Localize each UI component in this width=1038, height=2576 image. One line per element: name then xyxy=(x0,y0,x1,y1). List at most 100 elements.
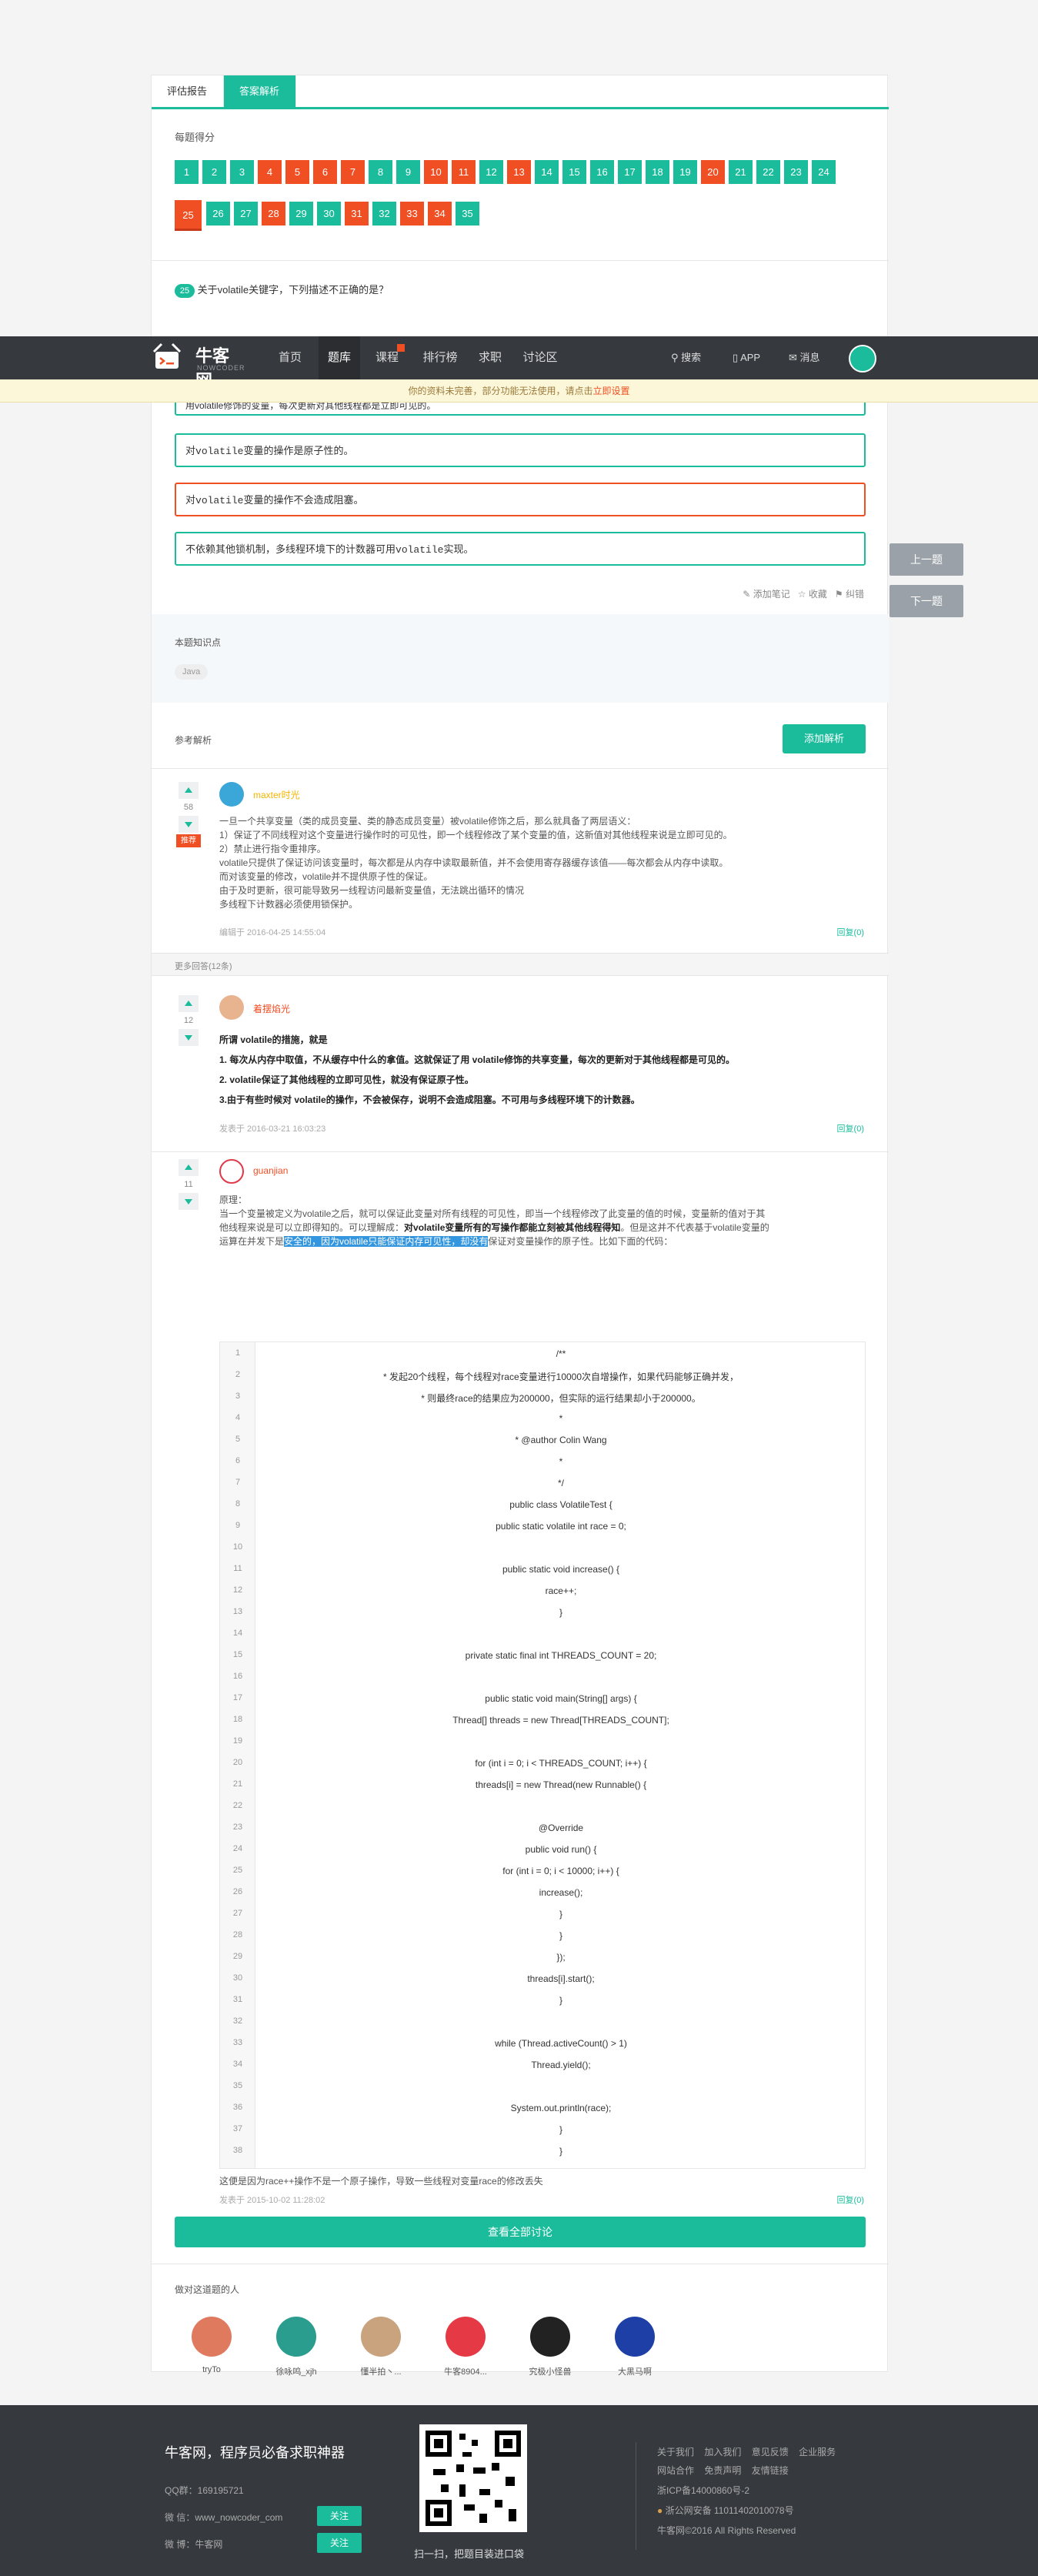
score-cell-18[interactable]: 18 xyxy=(646,160,669,184)
score-cell-29[interactable]: 29 xyxy=(289,202,313,226)
score-cell-11[interactable]: 11 xyxy=(452,160,476,184)
solver-avatar[interactable] xyxy=(446,2317,486,2357)
score-cell-15[interactable]: 15 xyxy=(562,160,586,184)
score-cell-35[interactable]: 35 xyxy=(456,202,479,226)
link-feedback[interactable]: 意见反馈 xyxy=(752,2447,789,2457)
upvote-button[interactable] xyxy=(179,782,199,799)
option-b[interactable]: 对volatile变量的操作是原子性的。 xyxy=(175,433,866,467)
user-avatar[interactable] xyxy=(849,345,876,373)
username[interactable]: guanjian xyxy=(253,1165,288,1176)
solver-name[interactable]: tryTo xyxy=(177,2365,246,2374)
score-cell-6[interactable]: 6 xyxy=(313,160,337,184)
nav-questions[interactable]: 题库 xyxy=(319,336,360,379)
score-cell-9[interactable]: 9 xyxy=(396,160,420,184)
score-cell-27[interactable]: 27 xyxy=(234,202,258,226)
nav-jobs[interactable]: 求职 xyxy=(472,336,508,379)
score-cell-3[interactable]: 3 xyxy=(230,160,254,184)
score-cell-33[interactable]: 33 xyxy=(400,202,424,226)
score-cell-31[interactable]: 31 xyxy=(345,202,369,226)
upvote-button[interactable] xyxy=(179,1159,199,1176)
score-cell-14[interactable]: 14 xyxy=(535,160,559,184)
link-enterprise[interactable]: 企业服务 xyxy=(799,2447,836,2457)
score-cell-19[interactable]: 19 xyxy=(673,160,697,184)
favorite-button[interactable]: ☆ 收藏 xyxy=(798,589,827,600)
notice-link[interactable]: 立即设置 xyxy=(593,386,630,396)
downvote-button[interactable] xyxy=(179,816,199,833)
score-cell-10[interactable]: 10 xyxy=(424,160,448,184)
username[interactable]: 着摆焰光 xyxy=(253,1002,290,1015)
code-line-number: 5 xyxy=(235,1435,241,1444)
score-cell-12[interactable]: 12 xyxy=(479,160,503,184)
score-cell-7[interactable]: 7 xyxy=(341,160,365,184)
score-cell-26[interactable]: 26 xyxy=(206,202,230,226)
score-cell-16[interactable]: 16 xyxy=(590,160,614,184)
score-cell-17[interactable]: 17 xyxy=(618,160,642,184)
search-button[interactable]: ⚲ 搜索 xyxy=(671,336,701,379)
score-cell-8[interactable]: 8 xyxy=(369,160,392,184)
link-friends[interactable]: 友情链接 xyxy=(752,2465,789,2476)
solver-name[interactable]: 大黑马啊 xyxy=(600,2365,669,2377)
add-note-button[interactable]: ✎ 添加笔记 xyxy=(743,589,789,600)
code-line-number: 26 xyxy=(232,1887,243,1896)
upvote-button[interactable] xyxy=(179,995,199,1012)
score-cell-24[interactable]: 24 xyxy=(812,160,836,184)
link-disclaimer[interactable]: 免责声明 xyxy=(704,2465,741,2476)
solver-name[interactable]: 徐咏鸣_xjh xyxy=(262,2365,331,2377)
reply-link[interactable]: 回复(0) xyxy=(837,1122,864,1134)
solver-avatar[interactable] xyxy=(530,2317,570,2357)
messages-button[interactable]: ✉ 消息 xyxy=(789,336,820,379)
tab-analysis[interactable]: 答案解析 xyxy=(224,75,296,107)
app-button[interactable]: ▯ APP xyxy=(733,336,760,379)
score-cell-5[interactable]: 5 xyxy=(285,160,309,184)
report-error-button[interactable]: ⚑ 纠错 xyxy=(835,589,864,600)
score-cell-4[interactable]: 4 xyxy=(258,160,282,184)
solver-avatar[interactable] xyxy=(276,2317,316,2357)
view-all-discussion-button[interactable]: 查看全部讨论 xyxy=(175,2217,866,2247)
reply-link[interactable]: 回复(0) xyxy=(837,2193,864,2206)
avatar[interactable] xyxy=(219,995,244,1020)
nav-course[interactable]: 课程 xyxy=(368,336,406,379)
add-analysis-button[interactable]: 添加解析 xyxy=(783,724,866,753)
avatar[interactable] xyxy=(219,782,244,807)
site-logo[interactable]: 牛客网 NOWCODER xyxy=(151,341,245,390)
solver-name[interactable]: 究极小怪兽 xyxy=(516,2365,585,2377)
downvote-button[interactable] xyxy=(179,1193,199,1210)
tab-report[interactable]: 评估报告 xyxy=(152,75,224,107)
solver-name[interactable]: 牛客8904... xyxy=(431,2365,500,2377)
nav-rank[interactable]: 排行榜 xyxy=(416,336,465,379)
solver-avatar[interactable] xyxy=(615,2317,655,2357)
reply-link[interactable]: 回复(0) xyxy=(837,926,864,938)
knowledge-tag[interactable]: Java xyxy=(175,664,209,680)
score-cell-13[interactable]: 13 xyxy=(507,160,531,184)
follow-wechat-button[interactable]: 关注 xyxy=(317,2506,362,2526)
score-cell-1[interactable]: 1 xyxy=(175,160,199,184)
next-question-button[interactable]: 下一题 xyxy=(889,585,963,617)
score-cell-23[interactable]: 23 xyxy=(784,160,808,184)
option-d[interactable]: 不依赖其他锁机制，多线程环境下的计数器可用volatile实现。 xyxy=(175,532,866,566)
nav-home[interactable]: 首页 xyxy=(269,336,311,379)
prev-question-button[interactable]: 上一题 xyxy=(889,543,963,576)
nav-discuss[interactable]: 讨论区 xyxy=(516,336,565,379)
score-cell-32[interactable]: 32 xyxy=(372,202,396,226)
link-join[interactable]: 加入我们 xyxy=(704,2447,741,2457)
score-cell-2[interactable]: 2 xyxy=(202,160,226,184)
follow-weibo-button[interactable]: 关注 xyxy=(317,2533,362,2553)
option-c[interactable]: 对volatile变量的操作不会造成阻塞。 xyxy=(175,483,866,516)
answer-line: volatile只提供了保证访问该变量时，每次都是从内存中读取最新值，并不会使用… xyxy=(219,857,729,868)
link-cooperation[interactable]: 网站合作 xyxy=(657,2465,694,2476)
downvote-button[interactable] xyxy=(179,1029,199,1046)
solver-avatar[interactable] xyxy=(192,2317,232,2357)
solver-avatar[interactable] xyxy=(361,2317,401,2357)
score-cell-28[interactable]: 28 xyxy=(262,202,285,226)
score-cell-34[interactable]: 34 xyxy=(428,202,452,226)
username[interactable]: maxter时光 xyxy=(253,788,300,801)
score-cell-21[interactable]: 21 xyxy=(729,160,753,184)
score-cell-30[interactable]: 30 xyxy=(317,202,341,226)
score-cell-22[interactable]: 22 xyxy=(756,160,780,184)
link-about[interactable]: 关于我们 xyxy=(657,2447,694,2457)
avatar[interactable] xyxy=(219,1159,244,1184)
solver-name[interactable]: 懂半拍丶... xyxy=(346,2365,416,2377)
score-cell-25[interactable]: 25 xyxy=(175,200,202,231)
score-cell-20[interactable]: 20 xyxy=(701,160,725,184)
code-line-number: 9 xyxy=(235,1521,241,1530)
